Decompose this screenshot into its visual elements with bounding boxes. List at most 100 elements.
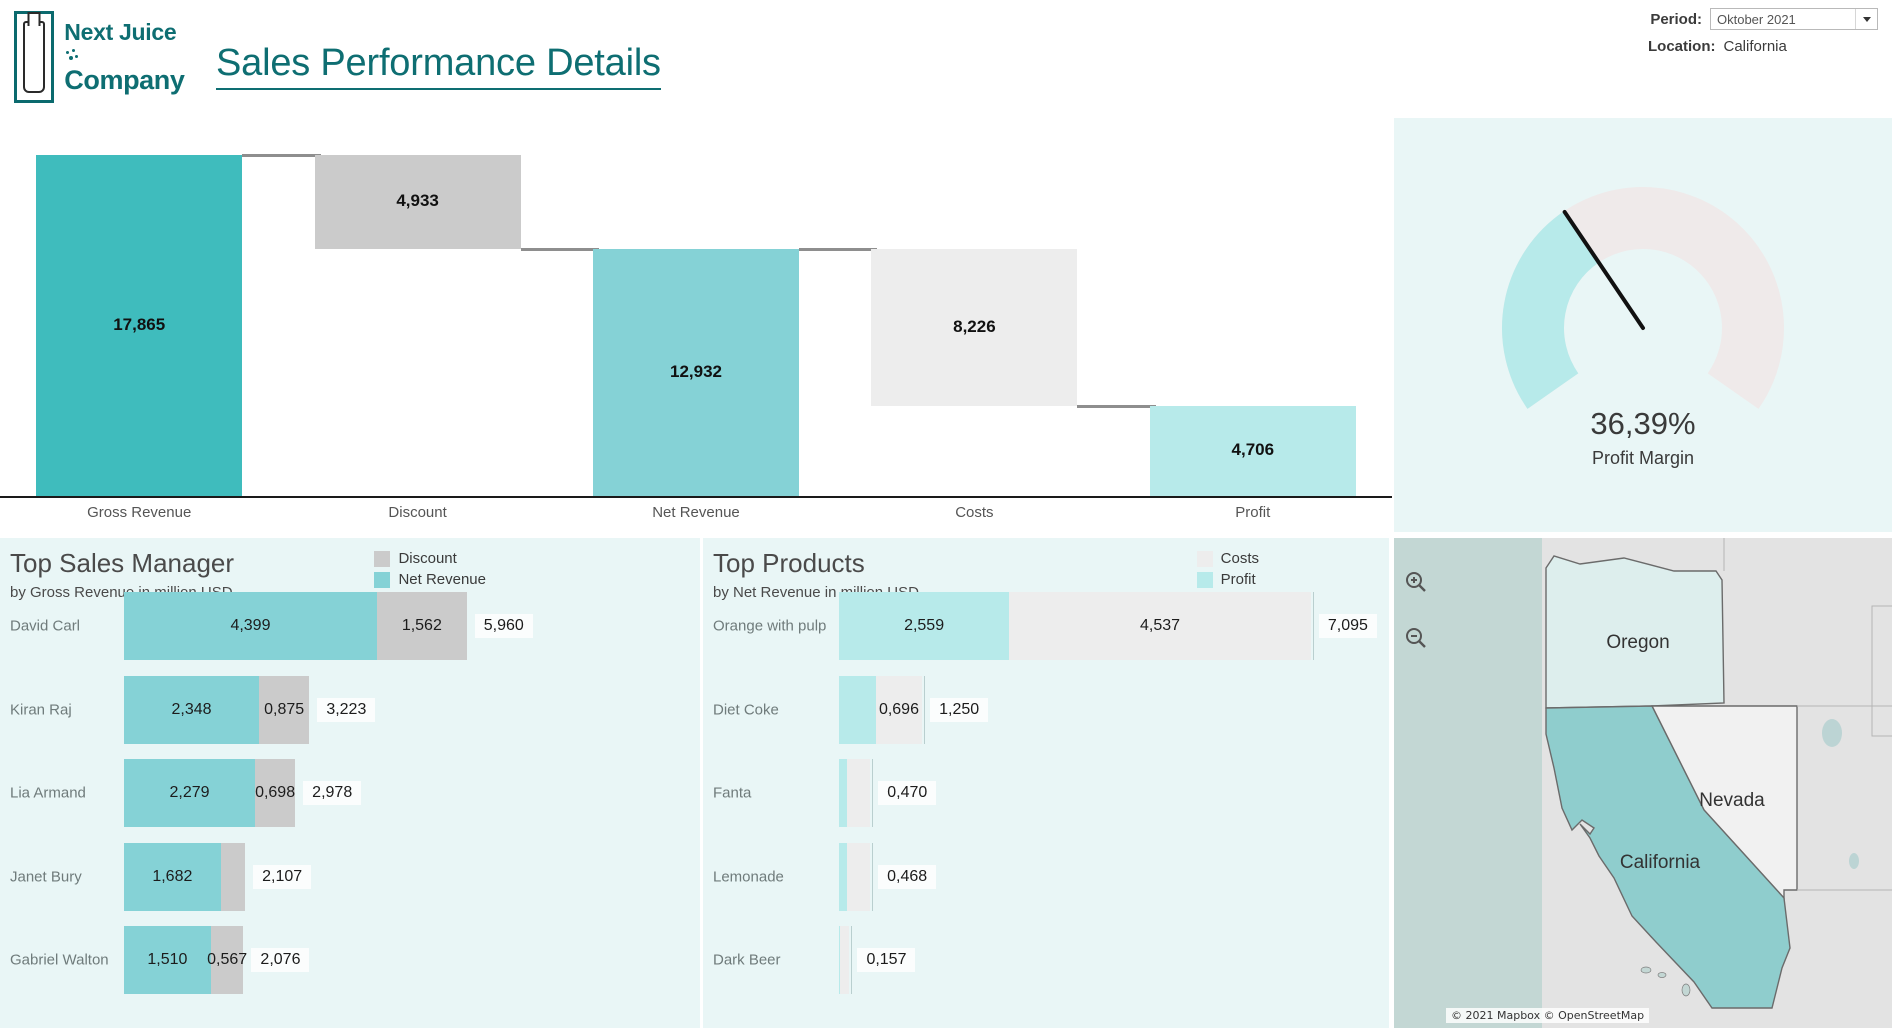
bar-reference-line — [851, 926, 852, 994]
waterfall-bar[interactable]: 12,932 — [593, 124, 799, 496]
logo-line-2: Company — [64, 67, 192, 94]
location-label: Location: — [1648, 38, 1716, 55]
waterfall-category-label: Net Revenue — [557, 504, 835, 521]
bar-segment-label: 0,875 — [264, 701, 304, 719]
bar-segment-label: 2,559 — [904, 617, 944, 635]
bar-row[interactable]: Dark Beer0,157 — [703, 926, 1389, 994]
period-value: Oktober 2021 — [1711, 12, 1855, 27]
location-map[interactable]: Oregon Nevada California © 2021 Mapbox ©… — [1394, 538, 1892, 1028]
sparkle-icon — [64, 49, 80, 63]
bar-segment-primary[interactable]: 4,399 — [124, 592, 377, 660]
map-attribution: © 2021 Mapbox © OpenStreetMap — [1446, 1008, 1649, 1023]
zoom-in-icon[interactable] — [1404, 570, 1428, 594]
waterfall-category-label: Gross Revenue — [0, 504, 278, 521]
bar-segment-primary[interactable]: 2,279 — [124, 759, 255, 827]
logo-line-1: Next Juice — [64, 19, 176, 45]
bar-track: 0,696 — [839, 676, 922, 744]
waterfall-axis-labels: Gross RevenueDiscountNet RevenueCostsPro… — [0, 504, 1392, 532]
bar-total-label: 3,223 — [317, 698, 375, 722]
waterfall-value-label: 12,932 — [593, 362, 799, 382]
bar-segment-secondary[interactable]: 1,562 — [377, 592, 467, 660]
period-filter: Period: Oktober 2021 — [1650, 8, 1878, 30]
bar-row[interactable]: Lemonade0,468 — [703, 843, 1389, 911]
waterfall-category-label: Profit — [1114, 504, 1392, 521]
bar-segment-secondary[interactable] — [847, 843, 870, 911]
bar-category-label: Lia Armand — [10, 785, 86, 802]
bar-segment-secondary[interactable]: 0,875 — [259, 676, 309, 744]
waterfall-bar[interactable]: 4,706 — [1150, 124, 1356, 496]
bar-category-label: Janet Bury — [10, 868, 82, 885]
bar-segment-label: 2,348 — [171, 701, 211, 719]
bar-segment-secondary[interactable]: 0,567 — [211, 926, 244, 994]
bar-segment-primary[interactable]: 2,559 — [839, 592, 1009, 660]
chevron-down-icon[interactable] — [1855, 9, 1877, 29]
legend-item[interactable]: Discount — [374, 550, 486, 567]
waterfall-connector — [242, 154, 320, 157]
bar-segment-secondary[interactable]: 0,698 — [255, 759, 295, 827]
bar-row[interactable]: Diet Coke0,6961,250 — [703, 676, 1389, 744]
bar-row[interactable]: Gabriel Walton1,5100,5672,076 — [0, 926, 700, 994]
bar-total-label: 0,470 — [878, 781, 936, 805]
legend-item[interactable]: Net Revenue — [374, 571, 486, 588]
bar-segment-primary[interactable]: 2,348 — [124, 676, 259, 744]
map-canvas[interactable]: Oregon Nevada California — [1394, 538, 1892, 1028]
bar-row[interactable]: David Carl4,3991,5625,960 — [0, 592, 700, 660]
bar-total-label: 2,107 — [253, 865, 311, 889]
bar-segment-label: 0,567 — [207, 951, 247, 969]
bar-segment-primary[interactable] — [839, 676, 876, 744]
bar-row[interactable]: Lia Armand2,2790,6982,978 — [0, 759, 700, 827]
bar-segment-secondary[interactable] — [221, 843, 245, 911]
waterfall-bar[interactable]: 4,933 — [315, 124, 521, 496]
map-label: California — [1620, 852, 1701, 873]
bar-track: 2,348 0,875 — [124, 676, 309, 744]
bar-segment-primary[interactable]: 1,510 — [124, 926, 211, 994]
legend-item[interactable]: Profit — [1197, 571, 1259, 588]
bar-segment-primary[interactable] — [839, 843, 847, 911]
gauge-arc — [1478, 158, 1808, 418]
bar-segment-label: 1,562 — [402, 617, 442, 635]
header: Next Juice Company Sales Performance Det… — [0, 0, 1892, 112]
bar-segment-label: 0,696 — [879, 701, 919, 719]
bar-segment-secondary[interactable]: 0,696 — [876, 676, 922, 744]
legend-label: Net Revenue — [398, 571, 486, 588]
waterfall-axis-line — [0, 496, 1392, 498]
bar-segment-label: 2,279 — [169, 784, 209, 802]
waterfall-chart: 17,865 4,933 12,932 8,226 4,706 Gross Revenu… — [0, 112, 1392, 532]
waterfall-value-label: 17,865 — [36, 315, 242, 335]
bar-segment-label: 4,399 — [230, 617, 270, 635]
legend-item[interactable]: Costs — [1197, 550, 1259, 567]
zoom-out-icon[interactable] — [1404, 626, 1428, 650]
waterfall-category-label: Costs — [835, 504, 1113, 521]
bar-track — [839, 759, 870, 827]
legend-swatch — [1197, 572, 1213, 588]
waterfall-value-label: 4,933 — [315, 191, 521, 211]
waterfall-bar[interactable]: 17,865 — [36, 124, 242, 496]
waterfall-bar[interactable]: 8,226 — [871, 124, 1077, 496]
map-label: Nevada — [1699, 790, 1765, 811]
bar-row[interactable]: Orange with pulp2,5594,5377,095 — [703, 592, 1389, 660]
bar-total-label: 0,157 — [857, 948, 915, 972]
bar-row[interactable]: Fanta0,470 — [703, 759, 1389, 827]
bottle-icon — [14, 11, 54, 103]
bar-track — [839, 926, 849, 994]
bar-row[interactable]: Janet Bury 1,682 2,107 — [0, 843, 700, 911]
bar-category-label: Diet Coke — [713, 701, 779, 718]
waterfall-connector — [1077, 405, 1155, 408]
bar-segment-secondary[interactable] — [840, 926, 849, 994]
location-value: California — [1724, 38, 1787, 55]
legend-label: Profit — [1221, 571, 1256, 588]
period-label: Period: — [1650, 11, 1702, 28]
bar-category-label: Kiran Raj — [10, 701, 72, 718]
bar-segment-primary[interactable] — [839, 759, 847, 827]
bar-reference-line — [872, 759, 873, 827]
legend-label: Costs — [1221, 550, 1259, 567]
period-select[interactable]: Oktober 2021 — [1710, 8, 1878, 30]
bar-segment-secondary[interactable] — [847, 759, 870, 827]
bar-segment-primary[interactable]: 1,682 — [124, 843, 221, 911]
panel-title: Top Sales Manager — [10, 548, 234, 579]
top-products-panel: Top Products by Net Revenue in million U… — [703, 538, 1389, 1028]
bar-track: 1,682 — [124, 843, 245, 911]
page-title: Sales Performance Details — [216, 42, 661, 90]
bar-row[interactable]: Kiran Raj 2,348 0,875 3,223 — [0, 676, 700, 744]
bar-segment-secondary[interactable]: 4,537 — [1009, 592, 1311, 660]
